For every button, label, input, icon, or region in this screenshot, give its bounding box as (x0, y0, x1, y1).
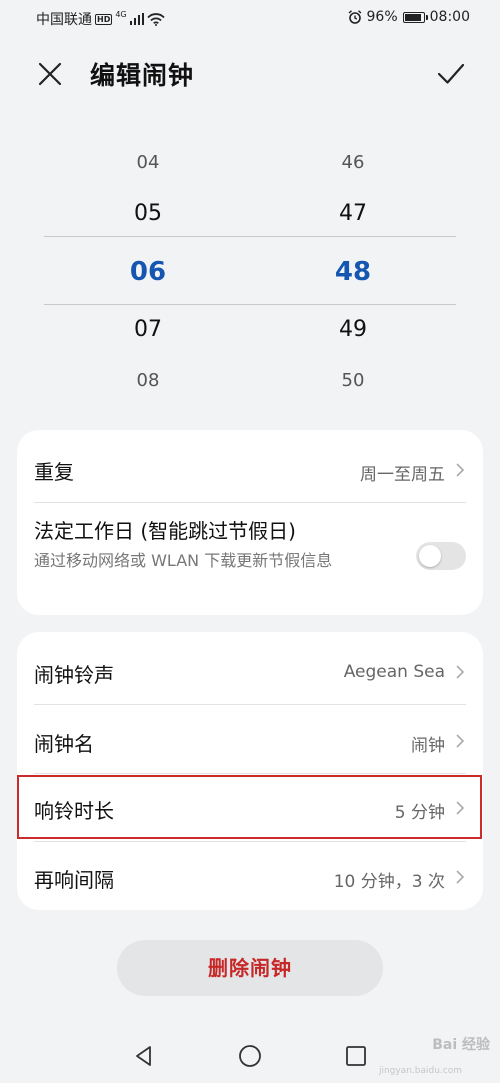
divider (34, 502, 466, 503)
toggle-knob (419, 545, 441, 567)
back-triangle-icon[interactable] (132, 1044, 156, 1068)
battery-icon (402, 11, 428, 23)
delete-alarm-button[interactable]: 删除闹钟 (117, 940, 383, 996)
close-icon[interactable] (36, 60, 64, 88)
ringtone-row[interactable]: 闹钟铃声 Aegean Sea (17, 632, 483, 704)
hd-badge: HD (95, 13, 113, 25)
chevron-right-icon (456, 870, 465, 884)
recents-square-icon[interactable] (344, 1044, 368, 1068)
ring-duration-label: 响铃时长 (34, 799, 114, 823)
snooze-label: 再响间隔 (34, 868, 114, 892)
hour-option[interactable]: 08 (88, 370, 208, 391)
page-title: 编辑闹钟 (90, 61, 195, 90)
hour-option[interactable]: 07 (88, 317, 208, 342)
status-right: 96% 08:00 (348, 9, 470, 25)
battery-percent: 96% (366, 9, 398, 25)
snooze-value: 10 分钟，3 次 (333, 872, 445, 892)
clock-time: 08:00 (429, 9, 470, 25)
alarm-icon (348, 10, 361, 24)
minute-selected[interactable]: 48 (293, 257, 413, 287)
settings-card: 闹钟铃声 Aegean Sea 闹钟名 闹钟 响铃时长 5 分钟 再响间隔 10… (17, 632, 483, 910)
repeat-value: 周一至周五 (360, 465, 445, 485)
minute-option[interactable]: 50 (293, 370, 413, 391)
repeat-label: 重复 (34, 460, 74, 484)
workday-title: 法定工作日 (智能跳过节假日) (34, 519, 296, 543)
minute-option[interactable]: 49 (293, 317, 413, 342)
repeat-row[interactable]: 重复 周一至周五 (17, 430, 483, 502)
status-left: 中国联通 HD 4G (36, 9, 165, 29)
alarm-name-label: 闹钟名 (34, 732, 94, 756)
alarm-name-row[interactable]: 闹钟名 闹钟 (17, 704, 483, 773)
picker-selection-line-top (44, 236, 456, 237)
hour-option[interactable]: 05 (88, 201, 208, 226)
watermark-url: jingyan.baidu.com (378, 1066, 462, 1076)
signal-icon (129, 13, 144, 25)
repeat-card: 重复 周一至周五 法定工作日 (智能跳过节假日) 通过移动网络或 WLAN 下载… (17, 430, 483, 615)
home-circle-icon[interactable] (238, 1044, 262, 1068)
chevron-right-icon (456, 734, 465, 748)
workday-toggle[interactable] (416, 542, 466, 570)
snooze-row[interactable]: 再响间隔 10 分钟，3 次 (17, 841, 483, 910)
ring-duration-row[interactable]: 响铃时长 5 分钟 (17, 773, 483, 841)
chevron-right-icon (456, 665, 465, 679)
carrier-name: 中国联通 (36, 12, 92, 28)
hour-option[interactable]: 04 (88, 152, 208, 173)
network-type: 4G (115, 9, 127, 19)
header: 编辑闹钟 (0, 50, 500, 98)
minute-option[interactable]: 47 (293, 201, 413, 226)
status-bar: 中国联通 HD 4G 96% 08:00 (0, 0, 500, 36)
time-picker[interactable]: 04 05 06 07 08 46 47 48 49 50 (0, 140, 500, 410)
picker-selection-line-bottom (44, 304, 456, 305)
ringtone-value: Aegean Sea (343, 662, 445, 682)
minute-option[interactable]: 46 (293, 152, 413, 173)
chevron-right-icon (456, 463, 465, 477)
alarm-name-value: 闹钟 (411, 736, 445, 756)
battery-level (404, 13, 421, 21)
hour-selected[interactable]: 06 (88, 257, 208, 287)
watermark-logo: Bai 经验 (432, 1037, 490, 1053)
ring-duration-value: 5 分钟 (394, 803, 445, 823)
workday-subtitle: 通过移动网络或 WLAN 下载更新节假信息 (34, 551, 333, 570)
ringtone-label: 闹钟铃声 (34, 663, 114, 687)
chevron-right-icon (456, 801, 465, 815)
check-icon[interactable] (436, 60, 466, 88)
wifi-icon (146, 12, 165, 26)
